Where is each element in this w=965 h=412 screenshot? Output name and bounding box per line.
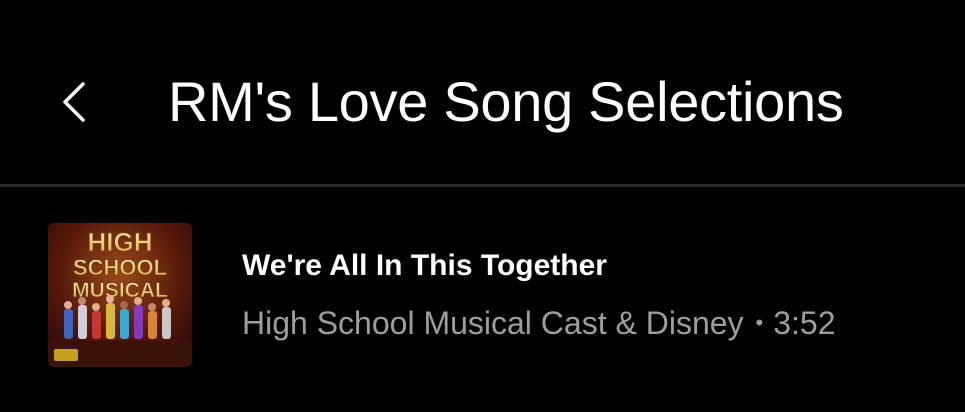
chevron-left-icon: [63, 82, 85, 122]
track-row[interactable]: HIGH SCHOOL MUSICAL We're All In This To…: [0, 210, 965, 380]
album-artwork: HIGH SCHOOL MUSICAL: [48, 223, 192, 367]
track-artist: High School Musical Cast & Disney: [242, 305, 744, 341]
meta-separator: •: [755, 310, 764, 335]
track-meta: High School Musical Cast & Disney • 3:52: [242, 302, 836, 344]
track-duration: 3:52: [773, 305, 836, 341]
artwork-text-line-2: SCHOOL: [73, 255, 167, 280]
artwork-text-line-1: HIGH: [88, 227, 153, 257]
header-divider: [0, 184, 965, 187]
back-button[interactable]: [48, 70, 98, 134]
track-title: We're All In This Together: [242, 249, 607, 282]
header-bar: RM's Love Song Selections: [0, 0, 965, 186]
artwork-text-line-3: MUSICAL: [72, 279, 168, 302]
page-title: RM's Love Song Selections: [168, 70, 844, 133]
